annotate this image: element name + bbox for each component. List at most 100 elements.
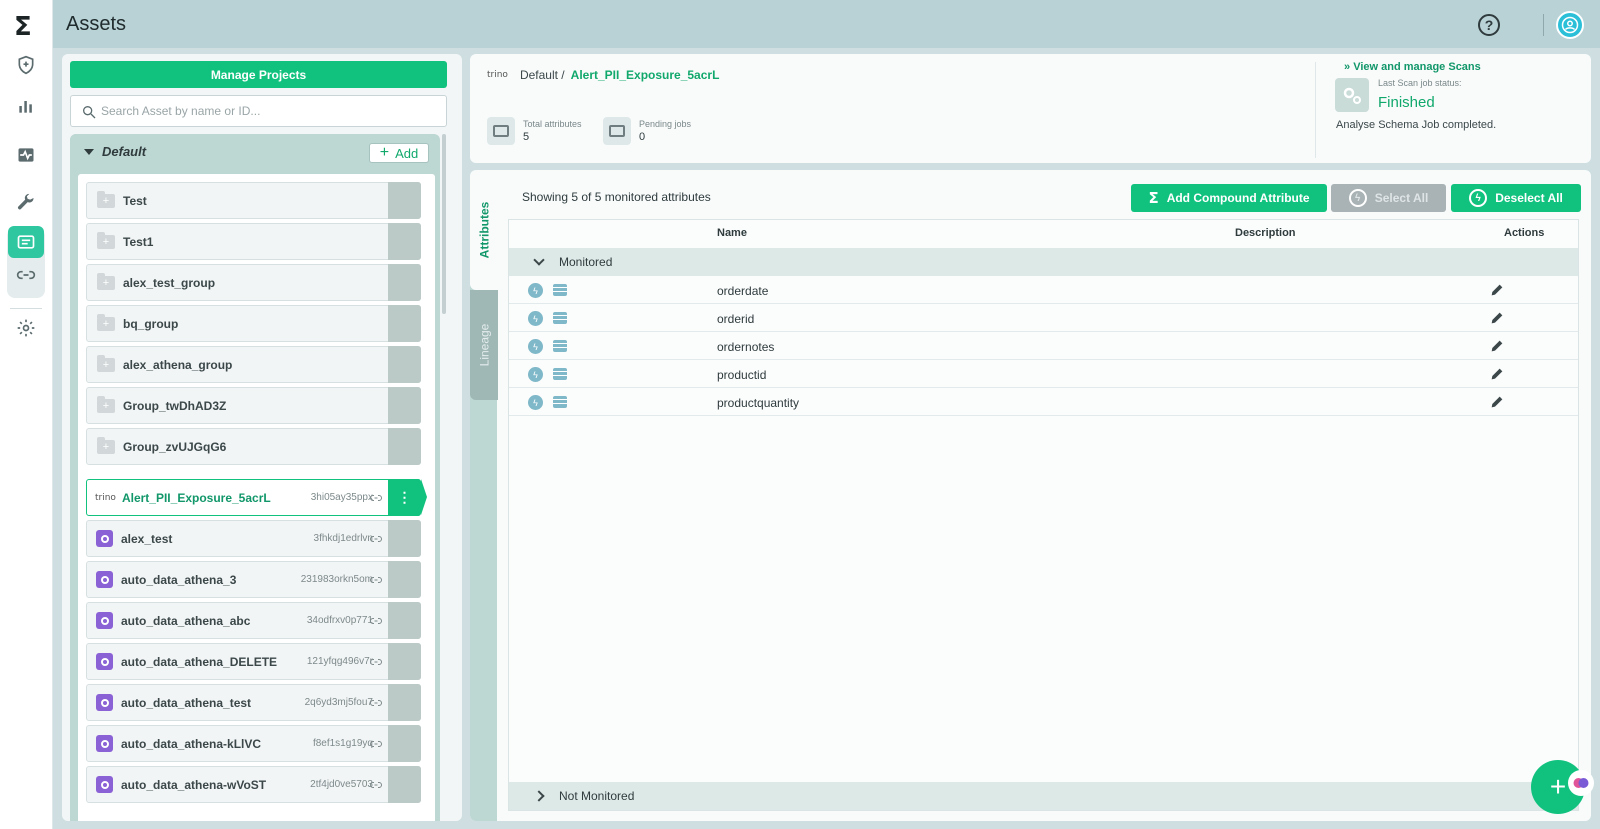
card-separator: [1315, 62, 1316, 158]
folder-icon: +: [97, 395, 115, 413]
folder-row[interactable]: + Group_zvUJGqG6: [86, 428, 421, 465]
asset-label: auto_data_athena_test: [121, 695, 252, 710]
shield-icon[interactable]: [13, 52, 39, 78]
help-icon[interactable]: ?: [1478, 14, 1500, 36]
settings-gear-icon[interactable]: [13, 315, 39, 341]
activity-monitor-icon[interactable]: [13, 142, 39, 168]
select-all-button[interactable]: ϟ Select All: [1331, 184, 1446, 212]
row-handle[interactable]: [388, 223, 421, 260]
asset-id: 231983orkn5om: [300, 574, 373, 585]
breadcrumb-project[interactable]: Default /: [520, 68, 565, 82]
group-header[interactable]: Default: [84, 144, 146, 159]
copy-link-icon[interactable]: [370, 657, 382, 667]
folder-row[interactable]: + Group_twDhAD3Z: [86, 387, 421, 424]
add-label: Add: [395, 145, 419, 161]
copy-link-icon[interactable]: [370, 616, 382, 626]
row-handle[interactable]: [388, 182, 421, 219]
view-scans-link[interactable]: » View and manage Scans: [1344, 61, 1481, 73]
add-button[interactable]: + Add: [369, 143, 429, 163]
copy-link-icon[interactable]: [370, 575, 382, 585]
row-handle[interactable]: [388, 520, 421, 557]
app-logo[interactable]: Σ: [14, 12, 32, 42]
asset-row[interactable]: auto_data_athena_DELETE 121yfqg496v7r: [86, 643, 421, 680]
row-handle[interactable]: [388, 346, 421, 383]
bolt-icon[interactable]: ϟ: [528, 311, 543, 326]
monitored-section-toggle[interactable]: Monitored: [509, 248, 1578, 276]
brain-assistant-icon[interactable]: [1568, 770, 1594, 796]
bolt-icon: ϟ: [1348, 189, 1367, 207]
folder-row[interactable]: + alex_test_group: [86, 264, 421, 301]
folder-row[interactable]: + Test: [86, 182, 421, 219]
copy-link-icon[interactable]: [370, 739, 382, 749]
manage-projects-button[interactable]: Manage Projects: [70, 61, 447, 88]
not-monitored-label: Not Monitored: [559, 789, 635, 803]
bolt-icon[interactable]: ϟ: [528, 283, 543, 298]
edit-pencil-icon[interactable]: [1489, 394, 1505, 410]
folder-icon: +: [97, 272, 115, 290]
asset-id: 34odfrxv0p771: [306, 615, 373, 626]
table-row[interactable]: ϟ productid: [509, 360, 1578, 388]
add-compound-attribute-button[interactable]: Σ Add Compound Attribute: [1131, 184, 1327, 212]
more-options-icon[interactable]: ⋮: [388, 479, 427, 516]
edit-pencil-icon[interactable]: [1489, 282, 1505, 298]
folder-row[interactable]: + bq_group: [86, 305, 421, 342]
assets-icon[interactable]: [8, 226, 44, 258]
row-handle[interactable]: [388, 264, 421, 301]
link-icon[interactable]: [13, 262, 39, 288]
col-name[interactable]: Name: [717, 227, 747, 239]
row-handle[interactable]: [388, 428, 421, 465]
asset-row[interactable]: alex_test 3fhkdj1edrlvn: [86, 520, 421, 557]
row-handle[interactable]: [388, 561, 421, 598]
table-row[interactable]: ϟ productquantity: [509, 388, 1578, 416]
rail-divider: [10, 308, 42, 309]
not-monitored-section-toggle[interactable]: Not Monitored: [509, 782, 1578, 810]
deselect-all-button[interactable]: ϟ Deselect All: [1451, 184, 1581, 212]
row-handle[interactable]: [388, 766, 421, 803]
asset-row[interactable]: auto_data_athena_test 2q6yd3mj5fou7: [86, 684, 421, 721]
asset-row[interactable]: auto_data_athena_abc 34odfrxv0p771: [86, 602, 421, 639]
copy-link-icon[interactable]: [370, 534, 382, 544]
edit-pencil-icon[interactable]: [1489, 338, 1505, 354]
asset-row[interactable]: auto_data_athena-wVoST 2tf4jd0ve5703: [86, 766, 421, 803]
row-handle[interactable]: [388, 684, 421, 721]
wrench-icon[interactable]: [13, 190, 39, 216]
breadcrumb-asset[interactable]: Alert_PII_Exposure_5acrL: [571, 68, 720, 82]
asset-summary-card: trino Default / Alert_PII_Exposure_5acrL…: [470, 54, 1591, 163]
asset-row[interactable]: auto_data_athena-kLlVC f8ef1s1g19yq: [86, 725, 421, 762]
deselect-all-label: Deselect All: [1495, 191, 1563, 205]
pause-icon: [603, 117, 631, 145]
row-handle[interactable]: [388, 387, 421, 424]
bolt-icon[interactable]: ϟ: [528, 367, 543, 382]
folder-label: alex_athena_group: [123, 357, 233, 372]
edit-pencil-icon[interactable]: [1489, 366, 1505, 382]
bolt-icon[interactable]: ϟ: [528, 339, 543, 354]
edit-pencil-icon[interactable]: [1489, 310, 1505, 326]
bar-chart-icon[interactable]: [13, 93, 39, 119]
asset-row-selected[interactable]: trino Alert_PII_Exposure_5acrL 3hi05ay35…: [86, 479, 427, 516]
table-row[interactable]: ϟ orderid: [509, 304, 1578, 332]
asset-search-input[interactable]: [101, 104, 431, 118]
table-row[interactable]: ϟ orderdate: [509, 276, 1578, 304]
copy-link-icon[interactable]: [370, 780, 382, 790]
col-description[interactable]: Description: [1235, 227, 1296, 239]
tree-scrollbar[interactable]: [442, 134, 446, 314]
athena-icon: [96, 694, 113, 711]
row-handle[interactable]: [388, 725, 421, 762]
col-actions: Actions: [1504, 227, 1545, 239]
row-handle[interactable]: [388, 305, 421, 342]
copy-link-icon[interactable]: [370, 493, 382, 503]
asset-row[interactable]: auto_data_athena_3 231983orkn5om: [86, 561, 421, 598]
row-handle[interactable]: [388, 643, 421, 680]
folder-row[interactable]: + alex_athena_group: [86, 346, 421, 383]
user-avatar-icon[interactable]: [1556, 11, 1584, 39]
folder-row[interactable]: + Test1: [86, 223, 421, 260]
tab-attributes[interactable]: Attributes: [470, 170, 498, 290]
table-row[interactable]: ϟ ordernotes: [509, 332, 1578, 360]
tab-lineage[interactable]: Lineage: [470, 290, 498, 400]
asset-label: auto_data_athena_3: [121, 572, 237, 587]
add-compound-label: Add Compound Attribute: [1166, 191, 1310, 205]
copy-link-icon[interactable]: [370, 698, 382, 708]
row-handle[interactable]: [388, 602, 421, 639]
asset-search: [70, 95, 447, 127]
bolt-icon[interactable]: ϟ: [528, 395, 543, 410]
